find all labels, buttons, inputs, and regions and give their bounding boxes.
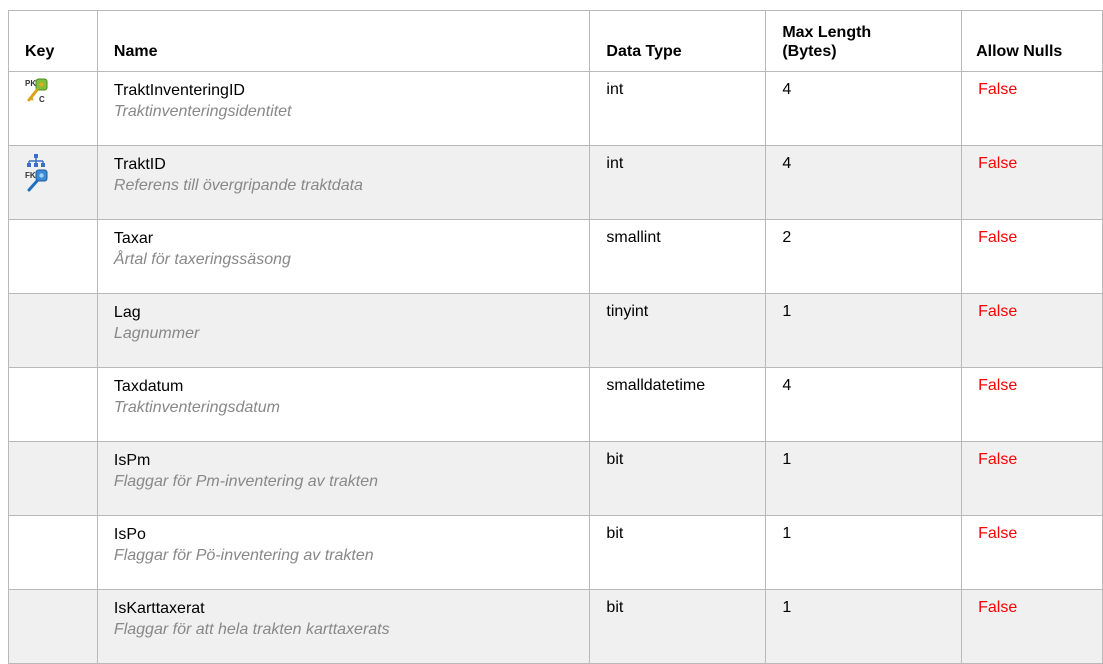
fk-hierarchy-key-icon: FK bbox=[25, 154, 48, 192]
max-length-cell: 1 bbox=[765, 293, 963, 368]
data-type-cell: smallint bbox=[589, 219, 767, 294]
max-length-cell: 2 bbox=[765, 219, 963, 294]
table-row: IsPo Flaggar för Pö-inventering av trakt… bbox=[8, 515, 1103, 590]
field-name: Taxar bbox=[113, 230, 154, 247]
data-type-cell: bit bbox=[589, 441, 767, 516]
header-key: Key bbox=[8, 10, 98, 72]
max-length-cell: 1 bbox=[765, 515, 963, 590]
field-name: IsKarttaxerat bbox=[113, 600, 205, 617]
data-type-cell: smalldatetime bbox=[589, 367, 767, 442]
key-cell bbox=[8, 293, 98, 368]
field-description: Flaggar för att hela trakten karttaxerat… bbox=[113, 621, 390, 638]
key-cell bbox=[8, 589, 98, 664]
key-cell bbox=[8, 219, 98, 294]
allow-nulls-cell: False bbox=[961, 293, 1103, 368]
field-name: Lag bbox=[113, 304, 141, 321]
key-cell bbox=[8, 367, 98, 442]
max-length-cell: 1 bbox=[765, 589, 963, 664]
table-row: Taxar Årtal för taxeringssäsong smallint… bbox=[8, 219, 1103, 294]
field-description: Traktinventeringsidentitet bbox=[113, 103, 292, 120]
pk-clustered-key-icon: PK C bbox=[25, 78, 48, 104]
max-length-cell: 4 bbox=[765, 145, 963, 220]
field-name: TraktInventeringID bbox=[113, 82, 245, 99]
header-name: Name bbox=[96, 10, 591, 72]
max-length-cell: 4 bbox=[765, 71, 963, 146]
table-row: IsKarttaxerat Flaggar för att hela trakt… bbox=[8, 589, 1103, 664]
data-type-cell: int bbox=[589, 145, 767, 220]
name-cell: Lag Lagnummer bbox=[96, 293, 591, 368]
field-description: Traktinventeringsdatum bbox=[113, 399, 280, 416]
name-cell: Taxar Årtal för taxeringssäsong bbox=[96, 219, 591, 294]
fk-icon-letters: FK bbox=[25, 171, 36, 180]
header-allow-nulls: Allow Nulls bbox=[961, 10, 1103, 72]
field-name: IsPm bbox=[113, 452, 151, 469]
allow-nulls-cell: False bbox=[961, 441, 1103, 516]
allow-nulls-cell: False bbox=[961, 71, 1103, 146]
data-type-cell: bit bbox=[589, 515, 767, 590]
allow-nulls-cell: False bbox=[961, 367, 1103, 442]
name-cell: IsPm Flaggar för Pm-inventering av trakt… bbox=[96, 441, 591, 516]
max-length-cell: 1 bbox=[765, 441, 963, 516]
columns-table: Key Name Data Type Max Length (Bytes) All… bbox=[8, 10, 1103, 664]
name-cell: Taxdatum Traktinventeringsdatum bbox=[96, 367, 591, 442]
allow-nulls-cell: False bbox=[961, 145, 1103, 220]
field-description: Flaggar för Pö-inventering av trakten bbox=[113, 547, 374, 564]
pk-icon-letters: PK bbox=[25, 79, 36, 88]
header-max-length: Max Length (Bytes) bbox=[765, 10, 963, 72]
data-type-cell: tinyint bbox=[589, 293, 767, 368]
header-row: Key Name Data Type Max Length (Bytes) All… bbox=[8, 10, 1103, 72]
table-row: Taxdatum Traktinventeringsdatum smalldat… bbox=[8, 367, 1103, 442]
header-max-length-line1: Max Length bbox=[782, 24, 872, 41]
table-row: FK TraktID Referens till övergripande tr… bbox=[8, 145, 1103, 220]
field-description: Årtal för taxeringssäsong bbox=[113, 251, 291, 268]
name-cell: TraktID Referens till övergripande trakt… bbox=[96, 145, 591, 220]
max-length-cell: 4 bbox=[765, 367, 963, 442]
allow-nulls-cell: False bbox=[961, 219, 1103, 294]
header-data-type: Data Type bbox=[589, 10, 767, 72]
key-cell bbox=[8, 441, 98, 516]
field-name: TraktID bbox=[113, 156, 166, 173]
data-type-cell: bit bbox=[589, 589, 767, 664]
field-description: Lagnummer bbox=[113, 325, 200, 342]
table-row: IsPm Flaggar för Pm-inventering av trakt… bbox=[8, 441, 1103, 516]
key-cell bbox=[8, 515, 98, 590]
field-name: Taxdatum bbox=[113, 378, 184, 395]
key-cell: PK C bbox=[8, 71, 98, 146]
name-cell: IsKarttaxerat Flaggar för att hela trakt… bbox=[96, 589, 591, 664]
key-cell: FK bbox=[8, 145, 98, 220]
table-row: PK C TraktInventeringID Traktinventering… bbox=[8, 71, 1103, 146]
name-cell: IsPo Flaggar för Pö-inventering av trakt… bbox=[96, 515, 591, 590]
c-icon-letter: C bbox=[39, 95, 45, 104]
allow-nulls-cell: False bbox=[961, 515, 1103, 590]
allow-nulls-cell: False bbox=[961, 589, 1103, 664]
field-name: IsPo bbox=[113, 526, 146, 543]
data-type-cell: int bbox=[589, 71, 767, 146]
field-description: Flaggar för Pm-inventering av trakten bbox=[113, 473, 379, 490]
name-cell: TraktInventeringID Traktinventeringsiden… bbox=[96, 71, 591, 146]
header-max-length-line2: (Bytes) bbox=[782, 43, 837, 60]
field-description: Referens till övergripande traktdata bbox=[113, 177, 363, 194]
table-row: Lag Lagnummer tinyint 1 False bbox=[8, 293, 1103, 368]
